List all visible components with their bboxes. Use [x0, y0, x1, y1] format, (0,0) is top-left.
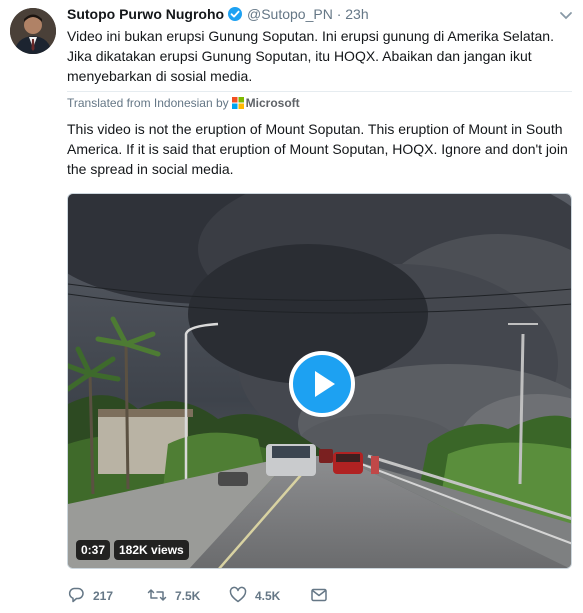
view-count: 182K views — [114, 540, 189, 560]
direct-message-button[interactable] — [310, 586, 336, 607]
translation-label: Translated from Indonesian by Microsoft — [67, 96, 300, 112]
reply-button[interactable]: 217 — [67, 586, 113, 607]
translator-name[interactable]: Microsoft — [246, 96, 300, 110]
reply-icon — [67, 586, 93, 607]
divider — [67, 91, 572, 92]
tweet-header: Sutopo Purwo Nugroho @Sutopo_PN · 23h — [67, 6, 369, 25]
retweet-icon — [147, 586, 175, 607]
chevron-down-icon[interactable] — [559, 8, 573, 26]
direct-message-icon — [310, 586, 336, 607]
video-player[interactable]: 0:37 182K views — [67, 193, 572, 569]
like-button[interactable]: 4.5K — [229, 586, 280, 607]
reply-count: 217 — [93, 589, 114, 603]
user-name[interactable]: Sutopo Purwo Nugroho — [67, 6, 224, 22]
avatar[interactable] — [10, 8, 56, 54]
tweet: Sutopo Purwo Nugroho @Sutopo_PN · 23h Vi… — [0, 0, 583, 613]
timestamp[interactable]: 23h — [345, 6, 368, 22]
play-icon[interactable] — [289, 351, 355, 417]
retweet-count: 7.5K — [175, 589, 201, 603]
like-count: 4.5K — [255, 589, 281, 603]
verified-icon — [227, 6, 243, 25]
translation-label-text: Translated from Indonesian by — [67, 96, 229, 110]
translated-text: This video is not the eruption of Mount … — [67, 121, 568, 177]
microsoft-logo — [231, 97, 244, 112]
separator-dot: · — [336, 6, 342, 22]
tweet-text: Video ini bukan erupsi Gunung Soputan. I… — [67, 28, 554, 84]
user-handle[interactable]: @Sutopo_PN — [247, 6, 333, 22]
video-duration: 0:37 — [76, 540, 111, 560]
like-icon — [229, 586, 255, 607]
retweet-button[interactable]: 7.5K — [147, 586, 200, 607]
